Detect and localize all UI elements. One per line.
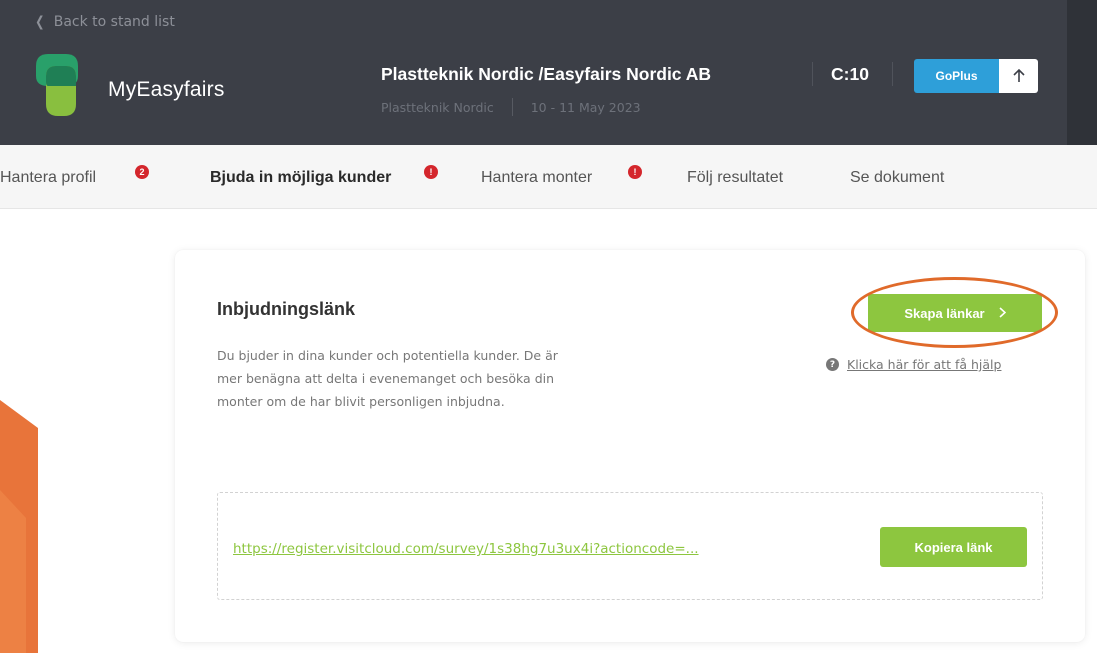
help-link[interactable]: ? Klicka här för att få hjälp <box>826 357 1001 372</box>
main-tabs: Hantera profil 2 Bjuda in möjliga kunder… <box>0 145 1097 209</box>
goplus-upgrade-button[interactable]: GoPlus <box>914 59 1038 93</box>
stand-code: C:10 <box>831 64 869 84</box>
decorative-orange-shape <box>0 400 38 653</box>
help-link-label: Klicka här för att få hjälp <box>847 357 1002 372</box>
tab-se-dokument[interactable]: Se dokument <box>850 169 944 187</box>
event-dates: 10 - 11 May 2023 <box>530 99 641 115</box>
myeasyfairs-logo-icon <box>32 52 78 118</box>
tab-bjuda-in-kunder[interactable]: Bjuda in möjliga kunder <box>210 169 391 187</box>
highlight-circle <box>851 277 1058 348</box>
invite-url-link[interactable]: https://register.visitcloud.com/survey/1… <box>233 541 839 557</box>
arrow-up-icon <box>999 59 1038 93</box>
header-edge <box>1067 0 1097 145</box>
back-to-stand-list-link[interactable]: ❮ Back to stand list <box>34 14 175 30</box>
plan-label: GoPlus <box>914 59 999 93</box>
header-divider <box>812 62 813 86</box>
alert-badge: ! <box>628 165 642 179</box>
notification-badge: 2 <box>135 165 149 179</box>
event-info: Plastteknik Nordic 10 - 11 May 2023 <box>381 98 641 116</box>
card-description: Du bjuder in dina kunder och potentiella… <box>217 348 558 409</box>
tab-hantera-profil[interactable]: Hantera profil <box>0 169 96 187</box>
card-title: Inbjudningslänk <box>217 299 355 319</box>
event-info-divider <box>511 98 513 116</box>
back-link-label: Back to stand list <box>53 14 175 30</box>
company-name: Plastteknik Nordic /Easyfairs Nordic AB <box>381 64 712 84</box>
help-icon: ? <box>826 358 839 371</box>
event-name: Plastteknik Nordic <box>381 99 494 115</box>
chevron-left-icon: ❮ <box>35 14 45 30</box>
tab-hantera-monter[interactable]: Hantera monter <box>481 169 592 187</box>
app-name: MyEasyfairs <box>108 78 225 101</box>
alert-badge: ! <box>424 165 438 179</box>
tab-folj-resultatet[interactable]: Följ resultatet <box>687 169 783 187</box>
header-divider <box>892 62 893 86</box>
copy-link-button[interactable]: Kopiera länk <box>880 527 1027 567</box>
